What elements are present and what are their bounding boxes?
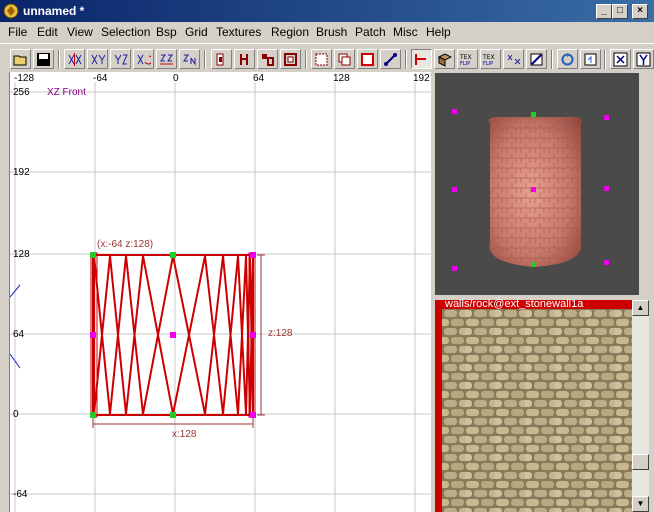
- open-icon[interactable]: [10, 49, 31, 69]
- clipper-icon[interactable]: [311, 49, 332, 69]
- y-tick: 128: [13, 249, 30, 260]
- grid: [10, 72, 431, 512]
- texture-name-label: walls/rock@ext_stonewall1a: [445, 298, 584, 310]
- menu-textures[interactable]: Textures: [216, 25, 261, 39]
- camera-preview-icon[interactable]: [380, 49, 401, 69]
- viewport-left-border: [0, 72, 10, 512]
- texture-browser[interactable]: [435, 300, 632, 512]
- x-tick: -128: [14, 73, 34, 84]
- y-tick: -64: [13, 489, 28, 500]
- scale-icon[interactable]: [503, 49, 524, 69]
- y-tick: 192: [13, 167, 30, 178]
- menu-bar: File Edit View Selection Bsp Grid Textur…: [0, 22, 654, 41]
- scroll-thumb[interactable]: [632, 454, 649, 470]
- texture-thumbnail[interactable]: [442, 309, 632, 512]
- x-tick: -64: [93, 73, 108, 84]
- flip-x-icon[interactable]: [64, 49, 85, 69]
- change-view-icon[interactable]: [334, 49, 355, 69]
- coord-readout: (x:-64 z:128): [97, 239, 153, 250]
- menu-patch[interactable]: Patch: [355, 25, 386, 39]
- width-label: x:128: [172, 429, 197, 440]
- menu-misc[interactable]: Misc: [393, 25, 418, 39]
- x-icon[interactable]: [610, 49, 631, 69]
- x-tick: 64: [253, 73, 265, 84]
- menu-file[interactable]: File: [8, 25, 27, 39]
- x-tick: 192: [413, 73, 430, 84]
- rotate-y-icon[interactable]: [156, 49, 177, 69]
- vertex-edit-icon[interactable]: [434, 49, 455, 69]
- svg-text:FLIP: FLIP: [460, 61, 470, 67]
- make-room-icon[interactable]: [280, 49, 301, 69]
- texture-fit-icon[interactable]: TEX FLIP: [457, 49, 478, 69]
- toolbar: TEX FLIP TEX FLIP: [0, 43, 654, 75]
- scroll-down-button[interactable]: ▼: [632, 496, 649, 512]
- menu-edit[interactable]: Edit: [37, 25, 58, 39]
- svg-text:TEX: TEX: [460, 54, 472, 61]
- svg-text:TEX: TEX: [483, 54, 495, 61]
- texture-flip-icon[interactable]: TEX FLIP: [480, 49, 501, 69]
- flip-z-icon[interactable]: [110, 49, 131, 69]
- window-icon[interactable]: [580, 49, 601, 69]
- x-tick: 0: [173, 73, 179, 84]
- camera-view[interactable]: [435, 73, 639, 295]
- scroll-up-button[interactable]: ▲: [632, 300, 649, 316]
- maximize-button[interactable]: □: [612, 4, 628, 19]
- menu-selection[interactable]: Selection: [101, 25, 150, 39]
- rotate-x-icon[interactable]: [133, 49, 154, 69]
- flip-y-icon[interactable]: [87, 49, 108, 69]
- y-tick: 256: [13, 87, 30, 98]
- hollow-icon[interactable]: [257, 49, 278, 69]
- x-tick: 128: [333, 73, 350, 84]
- height-label: z:128: [268, 328, 293, 339]
- right-edge: [639, 73, 654, 295]
- patch-icon[interactable]: [526, 49, 547, 69]
- menu-view[interactable]: View: [67, 25, 93, 39]
- cube-clip-icon[interactable]: [411, 49, 432, 69]
- xz-front-viewport[interactable]: -128 -64 0 64 128 192 256 192 128 64 0 -…: [10, 72, 431, 512]
- rotate-z-icon[interactable]: [179, 49, 200, 69]
- menu-region[interactable]: Region: [271, 25, 309, 39]
- menu-grid[interactable]: Grid: [185, 25, 208, 39]
- refresh-icon[interactable]: [557, 49, 578, 69]
- csg-subtract-icon[interactable]: [211, 49, 232, 69]
- close-button[interactable]: ×: [632, 4, 648, 19]
- save-icon[interactable]: [33, 49, 54, 69]
- menu-bsp[interactable]: Bsp: [156, 25, 177, 39]
- title-bar[interactable]: unnamed * _ □ ×: [0, 0, 654, 22]
- menu-help[interactable]: Help: [426, 25, 451, 39]
- texture-scrollbar[interactable]: ▲ ▼: [632, 300, 649, 512]
- view-label: XZ Front: [47, 87, 86, 98]
- menu-brush[interactable]: Brush: [316, 25, 347, 39]
- svg-text:FLIP: FLIP: [483, 61, 493, 67]
- y-tick: 64: [13, 329, 25, 340]
- minimize-button[interactable]: _: [596, 4, 612, 19]
- csg-merge-icon[interactable]: [234, 49, 255, 69]
- texture-lock-icon[interactable]: [357, 49, 378, 69]
- y-icon[interactable]: [633, 49, 654, 69]
- y-tick: 0: [13, 409, 19, 420]
- app-icon: [3, 3, 19, 19]
- window-title: unnamed *: [23, 4, 85, 18]
